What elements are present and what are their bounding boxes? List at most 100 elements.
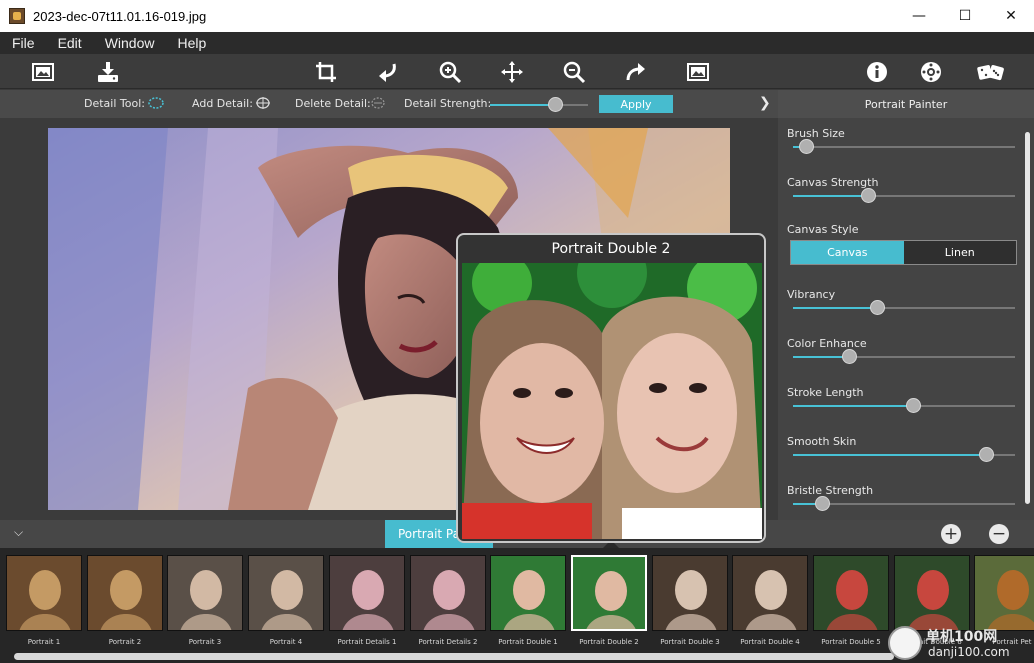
slider-knob[interactable] xyxy=(842,349,857,364)
slider-knob[interactable] xyxy=(870,300,885,315)
delete-detail-icon[interactable] xyxy=(370,96,386,110)
detail-toolbar: Detail Tool: Add Detail: Delete Detail: … xyxy=(0,90,778,118)
slider-knob[interactable] xyxy=(906,398,921,413)
detail-strength-slider[interactable] xyxy=(548,97,563,112)
preset-thumbnail[interactable] xyxy=(571,555,647,631)
canvas-style-label: Canvas Style xyxy=(787,223,859,236)
slider-fill xyxy=(793,195,868,197)
panel-title: Portrait Painter xyxy=(778,90,1034,118)
settings-icon[interactable] xyxy=(918,59,944,85)
canvas-style-canvas[interactable]: Canvas xyxy=(791,241,904,264)
preset-thumbnail[interactable] xyxy=(813,555,889,631)
app-icon xyxy=(9,8,25,24)
thumbnail-label: Portrait 4 xyxy=(269,638,303,646)
canvas-style-linen[interactable]: Linen xyxy=(903,241,1016,264)
preset-thumbnail[interactable] xyxy=(894,555,970,631)
crop-icon[interactable] xyxy=(313,59,339,85)
slider-knob[interactable] xyxy=(979,447,994,462)
watermark-circle-icon xyxy=(888,626,922,660)
detail-strength-fill xyxy=(490,104,555,106)
preset-thumbnail[interactable] xyxy=(410,555,486,631)
detail-tool-label: Detail Tool: xyxy=(84,97,145,110)
menu-bar: File Edit Window Help xyxy=(0,32,1034,54)
remove-preset-button[interactable]: − xyxy=(989,524,1009,544)
toolbar xyxy=(0,54,1034,89)
watermark-logo: 单机100网 danji100.com xyxy=(888,624,1034,663)
collapse-chevron-icon[interactable]: ⌵ xyxy=(14,525,23,540)
canvas-style-toggle: Canvas Linen xyxy=(790,240,1017,265)
preset-preview-popup: Portrait Double 2 xyxy=(456,233,766,543)
menu-help[interactable]: Help xyxy=(165,35,217,51)
preset-thumbnail[interactable] xyxy=(87,555,163,631)
slider-knob[interactable] xyxy=(815,496,830,511)
slider-label: Vibrancy xyxy=(787,288,836,301)
thumbnail-label: Portrait Details 1 xyxy=(337,638,397,646)
preset-thumbnail[interactable] xyxy=(732,555,808,631)
preset-thumbnail[interactable] xyxy=(652,555,728,631)
maximize-button[interactable]: ☐ xyxy=(942,0,988,32)
redo-icon[interactable] xyxy=(623,59,649,85)
popup-title: Portrait Double 2 xyxy=(551,241,671,257)
move-icon[interactable] xyxy=(499,59,525,85)
title-bar: 2023-dec-07t11.01.16-019.jpg — ☐ ✕ xyxy=(0,0,1034,32)
delete-detail-label: Delete Detail: xyxy=(295,97,371,110)
preset-thumbnail[interactable] xyxy=(329,555,405,631)
preset-filmstrip: Portrait 1 Portrait 2 Portrait 3 Portrait 4… xyxy=(0,540,1034,663)
preset-preview-image xyxy=(462,263,762,539)
panel-scrollbar[interactable] xyxy=(1025,132,1030,504)
zoom-out-icon[interactable] xyxy=(561,59,587,85)
app-window: 2023-dec-07t11.01.16-019.jpg — ☐ ✕ File … xyxy=(0,0,1034,663)
thumbnail-label: Portrait Double 2 xyxy=(579,638,639,646)
slider-knob[interactable] xyxy=(799,139,814,154)
slider-label: Smooth Skin xyxy=(787,435,857,448)
slider-label: Canvas Strength xyxy=(787,176,879,189)
slider-fill xyxy=(793,356,849,358)
add-preset-button[interactable]: + xyxy=(941,524,961,544)
open-image-icon[interactable] xyxy=(30,59,56,85)
thumbnail-label: Portrait 2 xyxy=(108,638,142,646)
slider-label: Brush Size xyxy=(787,127,845,140)
thumbnail-label: Portrait Double 3 xyxy=(660,638,720,646)
preset-thumbnail[interactable] xyxy=(974,555,1034,631)
slider-fill xyxy=(793,454,986,456)
preset-thumbnail[interactable] xyxy=(167,555,243,631)
menu-window[interactable]: Window xyxy=(93,35,166,51)
slider-fill xyxy=(793,405,913,407)
watermark-line2: danji100.com xyxy=(928,645,1010,659)
preset-thumbnail[interactable] xyxy=(248,555,324,631)
close-button[interactable]: ✕ xyxy=(988,0,1034,32)
menu-edit[interactable]: Edit xyxy=(46,35,93,51)
thumbnail-label: Portrait Double 5 xyxy=(821,638,881,646)
window-title: 2023-dec-07t11.01.16-019.jpg xyxy=(33,8,207,24)
thumbnail-label: Portrait Details 2 xyxy=(418,638,478,646)
undo-icon[interactable] xyxy=(375,59,401,85)
slider-fill xyxy=(793,307,877,309)
thumbnail-label: Portrait 3 xyxy=(188,638,222,646)
slider-label: Color Enhance xyxy=(787,337,867,350)
menu-file[interactable]: File xyxy=(0,35,46,51)
expand-panel-chevron-icon[interactable]: ❯ xyxy=(759,95,771,111)
thumbnail-label: Portrait 1 xyxy=(27,638,61,646)
fit-image-icon[interactable] xyxy=(685,59,711,85)
effect-settings-panel: Portrait Painter Brush Size Canvas Streng… xyxy=(778,90,1034,520)
slider-label: Stroke Length xyxy=(787,386,864,399)
apply-button[interactable]: Apply xyxy=(599,95,673,113)
preset-thumbnail[interactable] xyxy=(6,555,82,631)
zoom-in-icon[interactable] xyxy=(437,59,463,85)
detail-tool-icon[interactable] xyxy=(148,96,164,110)
slider-knob[interactable] xyxy=(861,188,876,203)
watermark-line1: 单机100网 xyxy=(926,629,998,645)
slider-label: Bristle Strength xyxy=(787,484,874,497)
save-icon[interactable] xyxy=(95,59,121,85)
slider-track xyxy=(793,146,1015,148)
minimize-button[interactable]: — xyxy=(896,0,942,32)
info-icon[interactable] xyxy=(864,59,890,85)
add-detail-icon[interactable] xyxy=(255,96,271,110)
detail-strength-label: Detail Strength: xyxy=(404,97,492,110)
filmstrip-scrollbar[interactable] xyxy=(14,653,894,660)
randomize-dice-icon[interactable] xyxy=(976,59,1006,85)
preset-thumbnail[interactable] xyxy=(490,555,566,631)
add-detail-label: Add Detail: xyxy=(192,97,253,110)
thumbnail-label: Portrait Double 1 xyxy=(498,638,558,646)
thumbnail-label: Portrait Double 4 xyxy=(740,638,800,646)
